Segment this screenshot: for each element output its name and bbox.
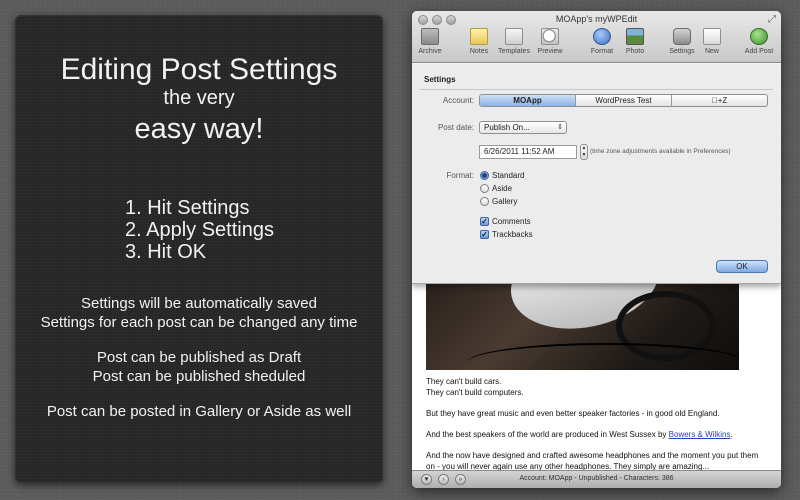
- post-date-value: Publish On...: [484, 123, 530, 132]
- gear-icon: [673, 28, 691, 45]
- date-stepper[interactable]: ▲ ▼: [580, 144, 588, 160]
- title-bar: MOApp's myWPEdit ⤢ Archive Notes Templat…: [412, 11, 781, 63]
- fullscreen-icon[interactable]: ⤢: [768, 14, 776, 25]
- radio-gallery[interactable]: [480, 197, 489, 206]
- paragraph-3-text: And the best speakers of the world are p…: [426, 430, 669, 439]
- account-label: Account:: [442, 96, 474, 105]
- promo-notes: Settings will be automatically saved Set…: [15, 294, 383, 421]
- paragraph-1-line-1: They can't build cars.: [426, 377, 502, 386]
- paragraph-2: But they have great music and even bette…: [426, 409, 720, 418]
- photo-icon: [626, 28, 644, 45]
- comments-label: Comments: [492, 217, 531, 226]
- account-selector: MOApp WordPress Test +Z: [479, 94, 768, 107]
- status-bar: ♥ › » Account: MOApp - Unpublished - Cha…: [412, 470, 781, 488]
- toolbar-photo-label: Photo: [625, 48, 645, 55]
- status-text: Account: MOApp - Unpublished - Character…: [519, 475, 674, 482]
- toolbar-photo-button[interactable]: Photo: [617, 28, 653, 55]
- toolbar-notes-button[interactable]: Notes: [461, 28, 497, 55]
- ok-button[interactable]: OK: [716, 260, 768, 273]
- paragraph-3: And the best speakers of the world are p…: [426, 429, 766, 440]
- account-option-apple-z[interactable]: +Z: [672, 95, 767, 106]
- step-3: 3. Hit OK: [125, 241, 207, 263]
- promo-title: Editing Post Settings: [60, 53, 338, 86]
- promo-tagline: easy way!: [134, 113, 264, 145]
- window-title: MOApp's myWPEdit: [555, 14, 638, 24]
- note-gallery-aside: Post can be posted in Gallery or Aside a…: [46, 403, 352, 420]
- note-auto-saved: Settings will be automatically saved: [81, 295, 317, 312]
- step-1: 1. Hit Settings: [125, 197, 250, 219]
- format-icon: [593, 28, 611, 45]
- toolbar-new-label: New: [704, 48, 719, 55]
- paragraph-1-line-2: They can't build computers.: [426, 388, 524, 397]
- step-2: 2. Apply Settings: [125, 219, 274, 241]
- stepper-up-icon[interactable]: ▲: [582, 145, 587, 151]
- radio-standard[interactable]: [480, 171, 489, 180]
- app-window: MOApp's myWPEdit ⤢ Archive Notes Templat…: [412, 11, 781, 488]
- toolbar-new-button[interactable]: New: [694, 28, 730, 55]
- updown-arrows-icon: ⇕: [557, 124, 563, 131]
- trackbacks-checkbox[interactable]: ✓: [480, 230, 489, 239]
- format-radio-gallery[interactable]: Gallery: [480, 197, 517, 206]
- stepper-down-icon[interactable]: ▼: [582, 152, 587, 158]
- toolbar-notes-label: Notes: [469, 48, 489, 55]
- format-standard-label: Standard: [492, 171, 525, 180]
- settings-divider: [420, 89, 773, 90]
- account-option-moapp[interactable]: MOApp: [480, 95, 576, 106]
- timezone-note: (time zone adjustments available in Pref…: [590, 148, 731, 155]
- promo-steps: 1. Hit Settings 2. Apply Settings 3. Hit…: [125, 197, 274, 263]
- notes-icon: [470, 28, 488, 45]
- toolbar-preview-button[interactable]: Preview: [532, 28, 568, 55]
- note-changed-any-time: Settings for each post can be changed an…: [40, 314, 358, 331]
- promo-panel: Editing Post Settings the very easy way!…: [15, 15, 383, 483]
- trackbacks-checkbox-row[interactable]: ✓ Trackbacks: [480, 230, 533, 239]
- paragraph-1: They can't build cars. They can't build …: [426, 376, 766, 398]
- add-post-icon: [750, 28, 768, 45]
- new-document-icon: [703, 28, 721, 45]
- bowers-wilkins-link[interactable]: Bowers & Wilkins: [669, 430, 731, 439]
- post-body[interactable]: They can't build cars. They can't build …: [426, 376, 766, 482]
- toolbar-format-label: Format: [590, 48, 614, 55]
- settings-title: Settings: [424, 75, 456, 84]
- paragraph-4: And the now have designed and crafted aw…: [426, 451, 759, 471]
- post-photo: [426, 283, 739, 370]
- format-aside-label: Aside: [492, 184, 513, 193]
- note-draft: Post can be published as Draft: [96, 349, 302, 366]
- magnifier-icon: [541, 28, 559, 45]
- toolbar-format-button[interactable]: Format: [584, 28, 620, 55]
- format-gallery-label: Gallery: [492, 197, 518, 206]
- format-radio-aside[interactable]: Aside: [480, 184, 512, 193]
- paragraph-3-end: .: [730, 430, 733, 439]
- toolbar: Archive Notes Templates Preview Format P…: [412, 26, 781, 62]
- note-scheduled: Post can be published sheduled: [92, 368, 306, 385]
- format-label: Format:: [446, 171, 474, 180]
- comments-checkbox-row[interactable]: ✓ Comments: [480, 217, 531, 226]
- post-date-popup[interactable]: Publish On... ⇕: [479, 121, 567, 134]
- toolbar-preview-label: Preview: [537, 48, 563, 55]
- promo-subtitle: the very: [163, 87, 235, 109]
- post-date-label: Post date:: [437, 123, 474, 132]
- toolbar-add-post-label: Add Post: [744, 48, 774, 55]
- radio-aside[interactable]: [480, 184, 489, 193]
- trackbacks-label: Trackbacks: [492, 230, 533, 239]
- settings-sheet: Settings Account: MOApp WordPress Test …: [412, 64, 781, 284]
- toolbar-templates-label: Templates: [498, 48, 530, 55]
- account-option-wordpress-test[interactable]: WordPress Test: [576, 95, 672, 106]
- toolbar-archive-label: Archive: [418, 48, 442, 55]
- toolbar-templates-button[interactable]: Templates: [496, 28, 532, 55]
- templates-icon: [505, 28, 523, 45]
- format-radio-standard[interactable]: Standard: [480, 171, 524, 180]
- archive-icon: [421, 28, 439, 45]
- date-time-field[interactable]: 6/26/2011 11:52 AM: [479, 145, 577, 159]
- toolbar-archive-button[interactable]: Archive: [412, 28, 448, 55]
- toolbar-add-post-button[interactable]: Add Post: [741, 28, 777, 55]
- comments-checkbox[interactable]: ✓: [480, 217, 489, 226]
